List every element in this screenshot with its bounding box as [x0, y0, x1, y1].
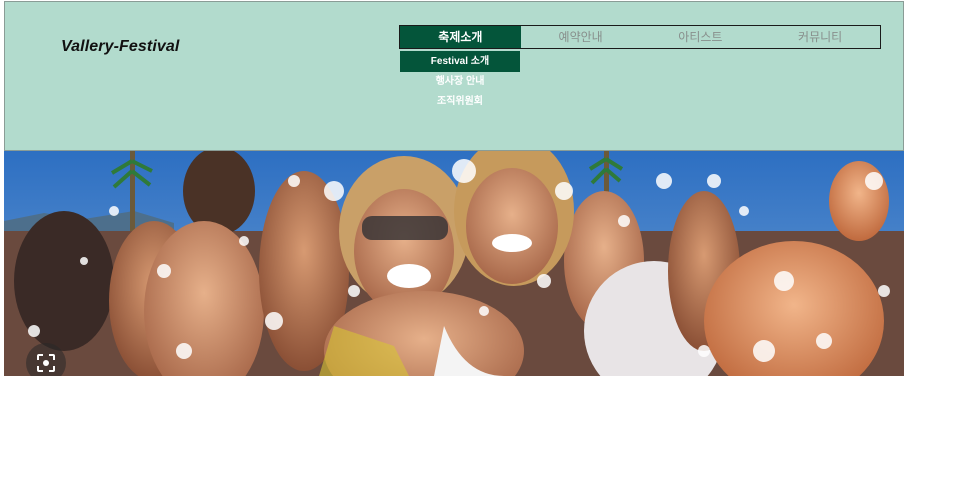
nav-item-festival-intro[interactable]: 축제소개 [400, 26, 521, 48]
festival-submenu: Festival 소개 행사장 안내 조직위원회 [400, 51, 520, 112]
submenu-item-festival-intro[interactable]: Festival 소개 [400, 51, 520, 72]
page: Vallery-Festival 축제소개 예약안내 아티스트 커뮤니티 Fes… [0, 0, 974, 491]
site-header: Vallery-Festival 축제소개 예약안내 아티스트 커뮤니티 Fes… [4, 1, 904, 151]
nav-item-reservation[interactable]: 예약안내 [521, 26, 641, 48]
hero-image [4, 151, 904, 376]
site-logo[interactable]: Vallery-Festival [61, 38, 179, 56]
main-nav: 축제소개 예약안내 아티스트 커뮤니티 [399, 25, 881, 49]
hero-banner [4, 151, 904, 376]
submenu-item-venue-guide[interactable]: 행사장 안내 [400, 72, 520, 92]
nav-item-artists[interactable]: 아티스트 [641, 26, 761, 48]
nav-item-community[interactable]: 커뮤니티 [760, 26, 880, 48]
submenu-item-committee[interactable]: 조직위원회 [400, 92, 520, 112]
lens-search-icon [37, 354, 55, 372]
lens-search-button[interactable] [26, 343, 66, 376]
